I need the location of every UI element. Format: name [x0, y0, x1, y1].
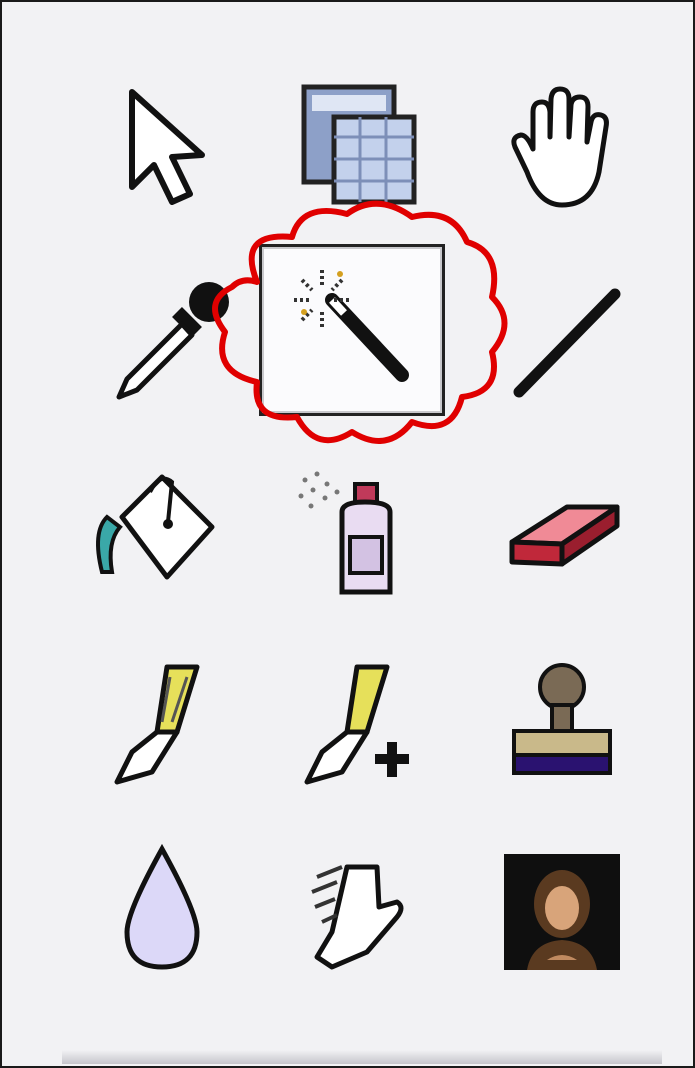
magic-wand-tool-button[interactable] [259, 244, 445, 416]
pen-tool-button[interactable] [87, 642, 237, 792]
hand-tool-button[interactable] [482, 72, 632, 222]
stamp-icon [512, 663, 612, 775]
pen-add-tool-button[interactable] [282, 642, 432, 792]
spray-can-icon [298, 471, 393, 595]
eyedropper-tool-button[interactable] [92, 267, 242, 417]
photo-tool-button[interactable] [487, 837, 637, 987]
pen-icon [114, 664, 200, 785]
stamp-tool-button[interactable] [487, 642, 637, 792]
paint-bucket-tool-button[interactable] [77, 457, 227, 607]
hand-icon [511, 86, 609, 208]
photo-icon [504, 854, 620, 970]
line-icon [513, 288, 621, 398]
arrow-tool-button[interactable] [87, 72, 237, 222]
smudge-icon [311, 864, 404, 970]
paint-bucket-icon [96, 474, 215, 580]
toolbox-panel [0, 0, 695, 1068]
arrow-icon [129, 89, 205, 205]
drop-tool-button[interactable] [87, 832, 237, 982]
slice-select-icon [301, 84, 417, 205]
eyedropper-icon [116, 282, 229, 400]
slice-select-tool-button[interactable] [277, 72, 427, 222]
spray-can-tool-button[interactable] [282, 457, 432, 607]
eraser-icon [509, 504, 620, 567]
pen-add-icon [304, 664, 409, 785]
drop-icon [124, 843, 200, 970]
eraser-tool-button[interactable] [487, 457, 637, 607]
line-tool-button[interactable] [492, 267, 642, 417]
panel-bottom-edge [62, 1050, 662, 1064]
magic-wand-icon [294, 270, 409, 382]
smudge-tool-button[interactable] [282, 832, 432, 982]
